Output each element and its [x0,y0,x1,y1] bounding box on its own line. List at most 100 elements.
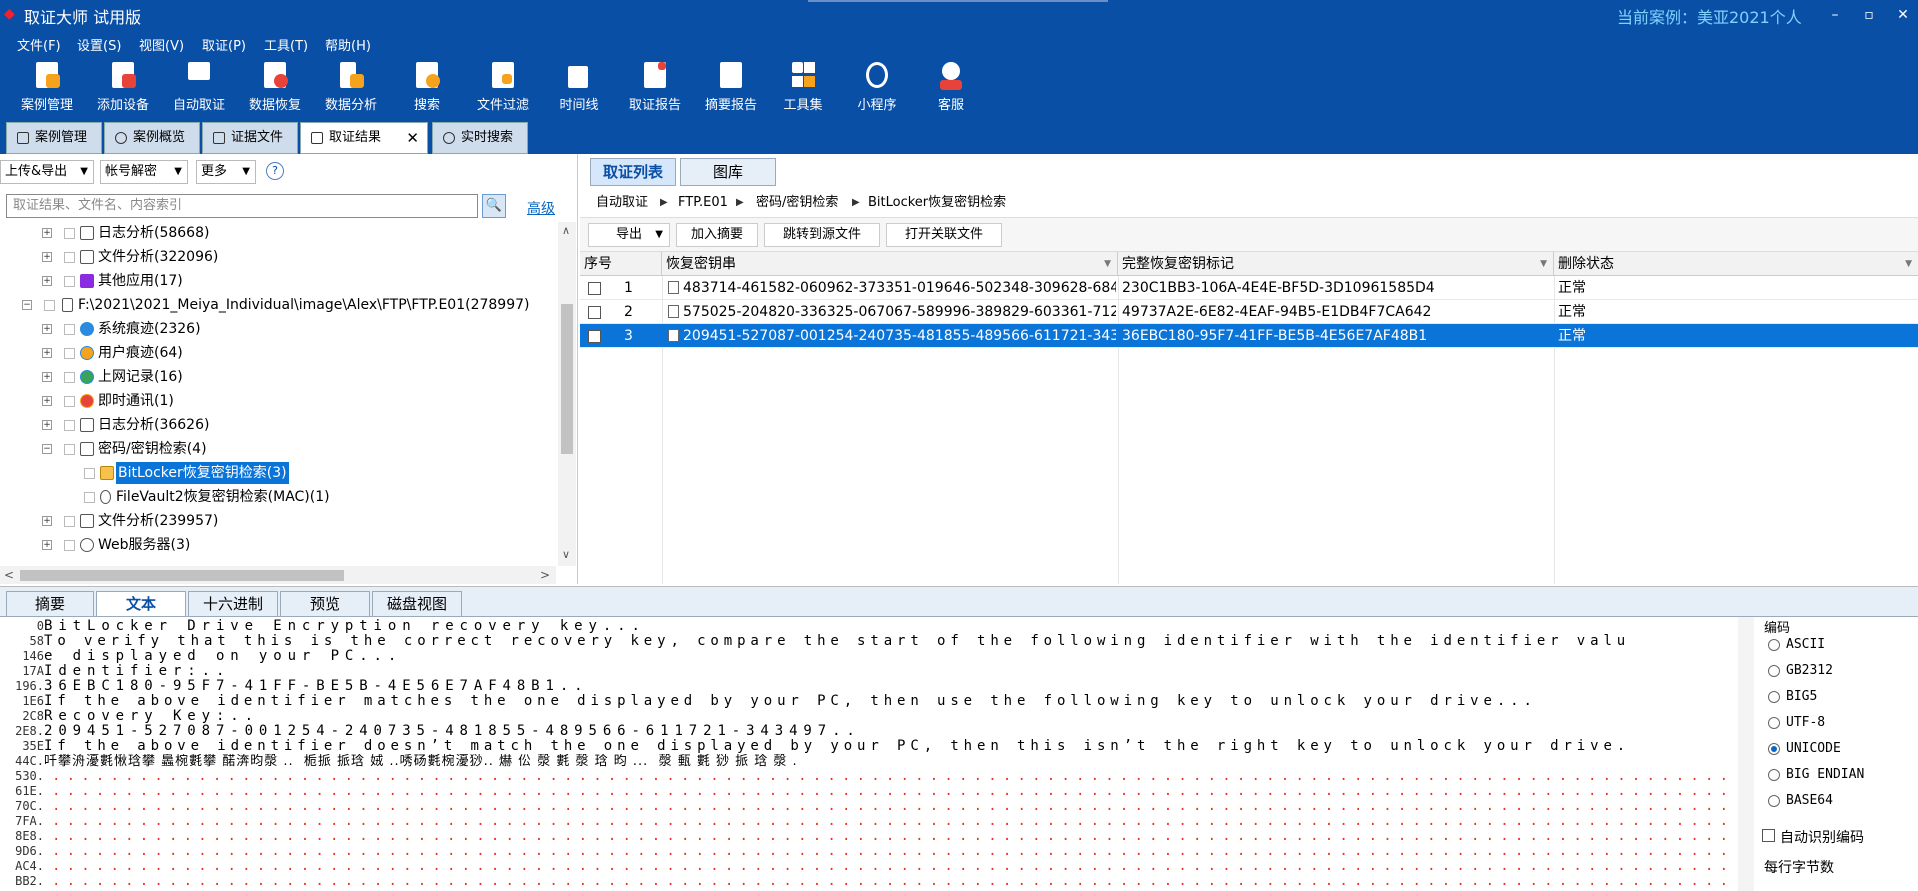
radio-circle[interactable] [1768,639,1780,651]
expand-icon[interactable]: + [42,516,52,526]
add-summary-button[interactable]: 加入摘要 [676,223,758,247]
search-input[interactable]: 取证结果、文件名、内容索引 [6,194,478,218]
breadcrumb-item[interactable]: 密码/密钥检索 [756,188,838,218]
account-decrypt-dropdown[interactable]: 帐号解密 ▼ [100,160,188,184]
tab-close-icon[interactable]: ✕ [406,123,419,153]
upload-export-dropdown[interactable]: 上传&导出 ▼ [0,160,94,184]
toolbar-summary-report[interactable]: 摘要报告 [692,60,770,113]
toolbar-applet[interactable]: 小程序 [838,60,916,113]
tree-node[interactable]: FileVault2恢复密钥检索(MAC)(1) [0,486,556,508]
maximize-button[interactable]: ▫ [1854,2,1884,28]
tab-summary[interactable]: 摘要 [6,591,94,617]
tab-disk-view[interactable]: 磁盘视图 [372,591,462,617]
menu-help[interactable]: 帮助(H) [325,35,371,54]
tree-checkbox[interactable] [64,276,75,287]
column-header-key-id[interactable]: 完整恢复密钥标记 ▼ [1118,252,1554,276]
toolbar-search[interactable]: 搜索 [388,60,466,113]
tree-node[interactable]: + Web服务器(3) [0,534,556,556]
tree-node[interactable]: + 即时通讯(1) [0,390,556,412]
expand-icon[interactable]: + [42,252,52,262]
tree-node[interactable]: − F:\2021\2021_Meiya_Individual\image\Al… [0,294,556,316]
tree-checkbox[interactable] [64,420,75,431]
tab-text[interactable]: 文本 [96,591,186,617]
tab-forensic-results[interactable]: 取证结果 ✕ [300,122,428,154]
tree-checkbox[interactable] [64,324,75,335]
toolbar-file-filter[interactable]: 文件过滤 [464,60,542,113]
collapse-icon[interactable]: − [42,444,52,454]
tree-checkbox[interactable] [44,300,55,311]
tree-node[interactable]: − 密码/密钥检索(4) [0,438,556,460]
tree-node[interactable]: BitLocker恢复密钥检索(3) [0,462,556,484]
jump-to-source-button[interactable]: 跳转到源文件 [764,223,880,247]
tree-checkbox[interactable] [84,492,95,503]
breadcrumb-item[interactable]: BitLocker恢复密钥检索 [868,188,1006,218]
filter-icon[interactable]: ▼ [1104,252,1111,276]
search-button[interactable]: 🔍 [482,194,506,218]
tree-node[interactable]: + 文件分析(322096) [0,246,556,268]
menu-tools[interactable]: 工具(T) [264,35,308,54]
filter-icon[interactable]: ▼ [1905,252,1912,276]
radio-circle-selected[interactable] [1768,743,1780,755]
close-button[interactable]: ✕ [1888,2,1918,28]
expand-icon[interactable]: + [42,276,52,286]
tab-evidence-files[interactable]: 证据文件 [202,122,298,154]
scroll-left-icon[interactable]: < [4,568,14,582]
scroll-thumb[interactable] [20,570,344,581]
radio-circle[interactable] [1768,691,1780,703]
collapse-icon[interactable]: − [22,300,32,310]
scroll-up-icon[interactable]: ∧ [562,224,570,237]
minimize-button[interactable]: – [1820,2,1850,28]
expand-icon[interactable]: + [42,372,52,382]
text-view[interactable]: 0 BitLocker Drive Encryption recovery key… [0,617,1754,891]
table-row[interactable]: 2 575025-204820-336325-067067-589996-389… [580,300,1918,324]
expand-icon[interactable]: + [42,228,52,238]
tree-checkbox[interactable] [64,540,75,551]
tab-gallery[interactable]: 图库 [680,158,776,186]
radio-circle[interactable] [1768,665,1780,677]
scroll-thumb[interactable] [561,304,573,454]
tree-checkbox[interactable] [84,468,95,479]
menu-forensics[interactable]: 取证(P) [202,35,246,54]
menu-view[interactable]: 视图(V) [139,35,184,54]
tree-checkbox[interactable] [64,444,75,455]
row-checkbox[interactable] [588,282,601,295]
checkbox-box[interactable] [1762,829,1775,842]
tree-node[interactable]: + 日志分析(58668) [0,222,556,244]
expand-icon[interactable]: + [42,396,52,406]
tree-node[interactable]: + 系统痕迹(2326) [0,318,556,340]
tree-node[interactable]: + 文件分析(239957) [0,510,556,532]
toolbar-auto-forensics[interactable]: 自动取证 [160,60,238,113]
toolbar-support[interactable]: 客服 [912,60,990,113]
tab-case-management[interactable]: 案例管理 [6,122,102,154]
toolbar-case-management[interactable]: 案例管理 [8,60,86,113]
column-header-index[interactable]: 序号 [580,252,662,276]
column-header-delete-status[interactable]: 删除状态 ▼ [1554,252,1918,276]
filter-icon[interactable]: ▼ [1540,252,1547,276]
tree-vertical-scrollbar[interactable]: ∧ ∨ [558,222,576,566]
advanced-search-link[interactable]: 高级 [527,198,555,218]
radio-circle[interactable] [1768,795,1780,807]
tree-node[interactable]: + 其他应用(17) [0,270,556,292]
radio-circle[interactable] [1768,769,1780,781]
toolbar-timeline[interactable]: 时间线 [540,60,618,113]
tab-hex[interactable]: 十六进制 [188,591,278,617]
tree-checkbox[interactable] [64,516,75,527]
breadcrumb-item[interactable]: 自动取证 [596,188,648,218]
toolbar-add-device[interactable]: 添加设备 [84,60,162,113]
row-checkbox[interactable] [588,306,601,319]
tree-node[interactable]: + 用户痕迹(64) [0,342,556,364]
export-dropdown[interactable]: 导出 ▼ [588,223,670,247]
expand-icon[interactable]: + [42,348,52,358]
tree-checkbox[interactable] [64,228,75,239]
radio-circle[interactable] [1768,717,1780,729]
row-checkbox[interactable] [588,330,601,343]
tab-preview[interactable]: 预览 [280,591,370,617]
tree-checkbox[interactable] [64,252,75,263]
table-row[interactable]: 1 483714-461582-060962-373351-019646-502… [580,276,1918,300]
tree-checkbox[interactable] [64,372,75,383]
toolbar-data-analysis[interactable]: 数据分析 [312,60,390,113]
expand-icon[interactable]: + [42,324,52,334]
tab-case-overview[interactable]: 案例概览 [104,122,200,154]
tree-node[interactable]: + 日志分析(36626) [0,414,556,436]
tree-checkbox[interactable] [64,348,75,359]
